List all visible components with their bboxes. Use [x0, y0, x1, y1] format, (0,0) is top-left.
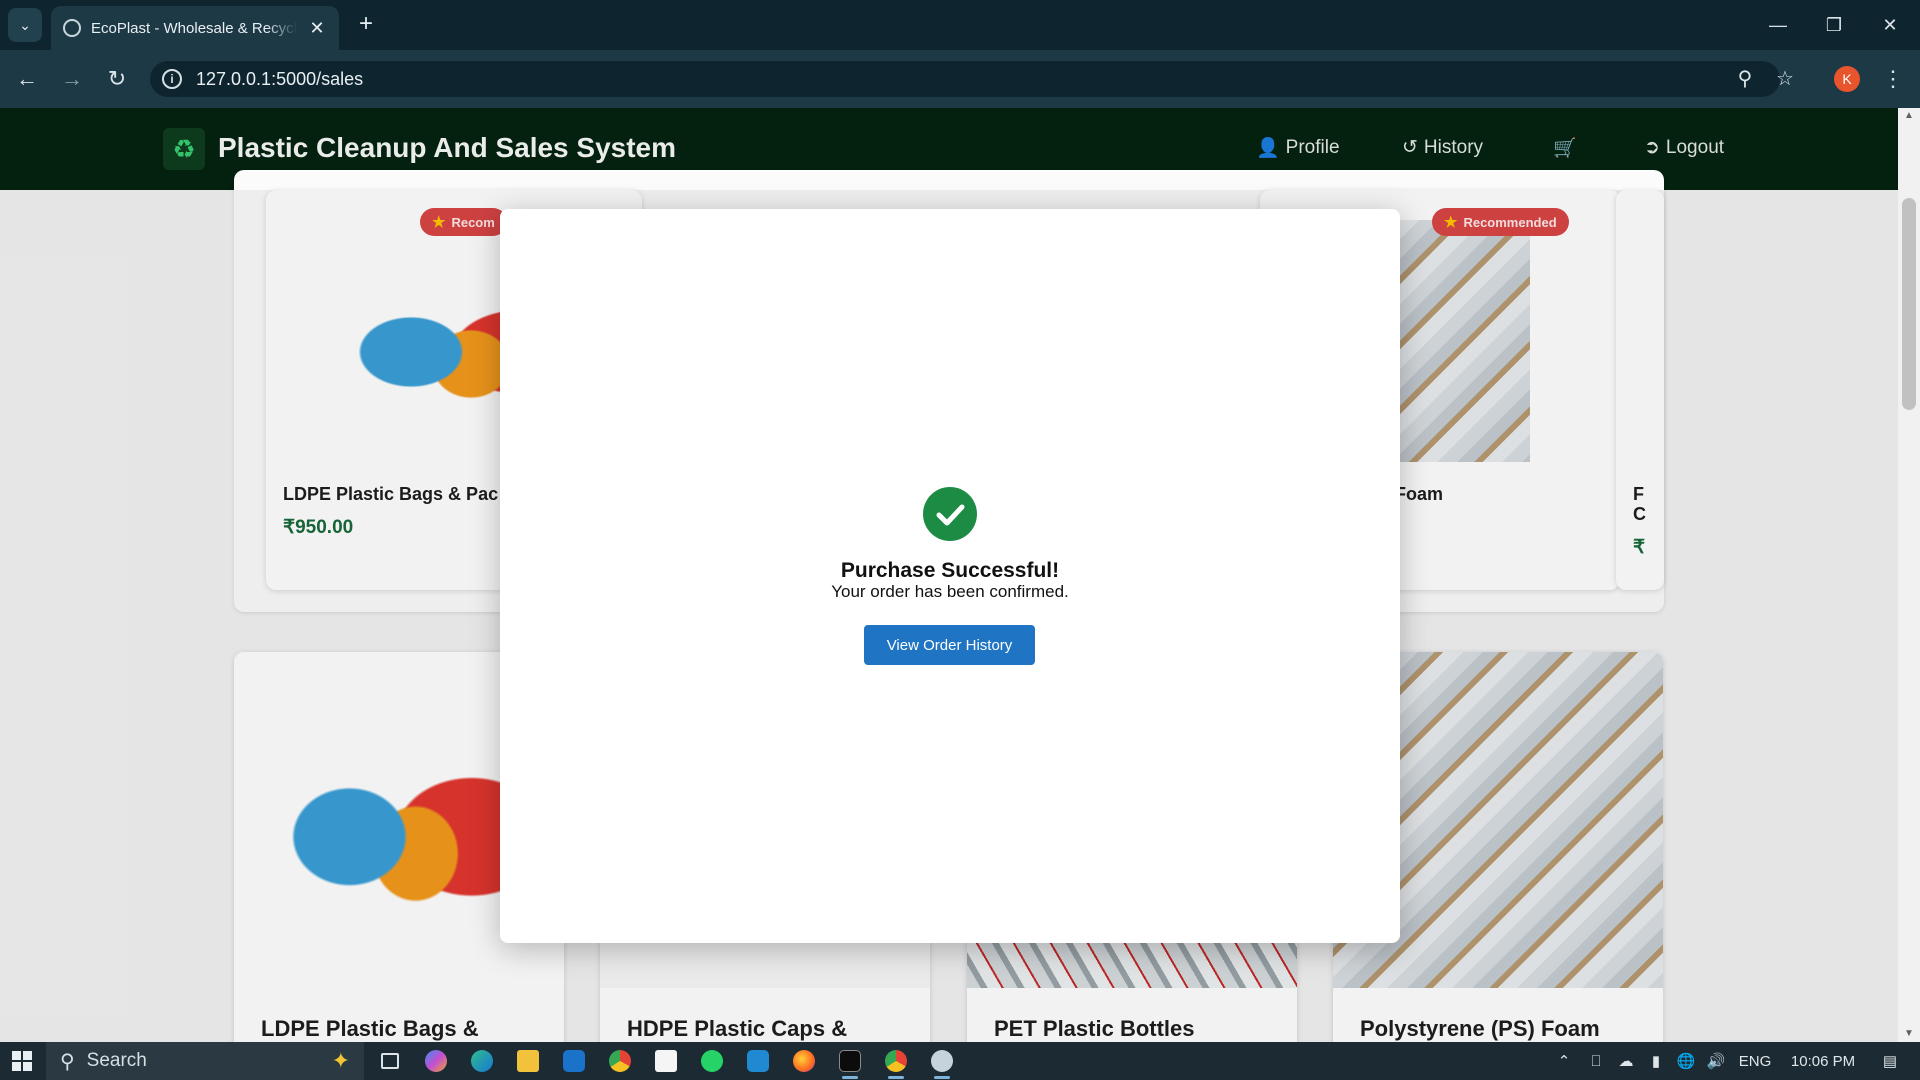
browser-profile-avatar[interactable]: K: [1834, 66, 1860, 92]
cloud-icon[interactable]: ☁: [1612, 1042, 1640, 1080]
whatsapp-icon[interactable]: [693, 1045, 731, 1077]
nav-logout[interactable]: ➲ Logout: [1644, 136, 1724, 159]
device-icon[interactable]: ⎕: [1582, 1042, 1610, 1080]
network-icon[interactable]: 🌐: [1672, 1042, 1700, 1080]
app-icon[interactable]: [923, 1045, 961, 1079]
copilot-icon[interactable]: [417, 1045, 455, 1077]
clock[interactable]: 10:06 PM: [1780, 1042, 1866, 1080]
nav-profile[interactable]: 👤 Profile: [1256, 136, 1340, 160]
site-info-icon[interactable]: i: [162, 69, 182, 89]
url-text[interactable]: 127.0.0.1:5000/sales: [196, 69, 363, 90]
browser-tab-strip: ⌄ EcoPlast - Wholesale & Recycled Plasti…: [0, 0, 1920, 50]
tab-search-button[interactable]: ⌄: [8, 8, 42, 42]
notification-icon[interactable]: ▤: [1870, 1042, 1910, 1080]
zoom-icon[interactable]: ⚲: [1732, 66, 1758, 92]
browser-tab[interactable]: EcoPlast - Wholesale & Recycled Plastics…: [51, 6, 339, 50]
windows-logo-icon: [12, 1051, 32, 1071]
firefox-icon[interactable]: [785, 1045, 823, 1077]
show-hidden-icons[interactable]: ⌃: [1550, 1042, 1578, 1080]
nav-history[interactable]: ↺ History: [1402, 136, 1483, 159]
recycle-logo-icon: ♻: [163, 128, 205, 170]
window-close-button[interactable]: ✕: [1862, 0, 1918, 50]
tab-title: EcoPlast - Wholesale & Recycled Plastics: [91, 19, 297, 37]
view-order-history-button[interactable]: View Order History: [864, 625, 1035, 665]
modal-message: Your order has been confirmed.: [831, 582, 1069, 601]
chrome-icon[interactable]: [601, 1045, 639, 1077]
nav-profile-label: Profile: [1285, 137, 1340, 158]
chrome-active-icon[interactable]: [877, 1045, 915, 1079]
sparkle-icon: ✦: [331, 1048, 350, 1073]
start-button[interactable]: [0, 1042, 44, 1080]
history-icon: ↺: [1402, 137, 1418, 158]
check-circle-icon: [923, 487, 977, 541]
cart-icon: 🛒: [1553, 138, 1577, 159]
new-tab-button[interactable]: +: [352, 10, 380, 38]
restore-button[interactable]: ❐: [1806, 0, 1862, 50]
windows-taskbar: ⚲ Search ✦ ⌃ ⎕ ☁ ▮ 🌐 🔊 ENG 10:06 PM ▤: [0, 1042, 1920, 1080]
microsoft-store-icon[interactable]: [647, 1045, 685, 1077]
address-bar[interactable]: i 127.0.0.1:5000/sales: [150, 61, 1780, 97]
browser-menu-icon[interactable]: ⋮: [1880, 64, 1906, 94]
forward-button[interactable]: →: [57, 64, 87, 94]
nav-logout-label: Logout: [1665, 136, 1725, 158]
logout-icon: ➲: [1644, 137, 1660, 158]
nav-cart[interactable]: 🛒: [1553, 136, 1577, 160]
bookmark-star-icon[interactable]: ☆: [1772, 66, 1798, 92]
outlook-icon[interactable]: [555, 1045, 593, 1077]
file-explorer-icon[interactable]: [509, 1045, 547, 1077]
back-button[interactable]: ←: [12, 64, 42, 94]
modal-title: Purchase Successful!: [840, 559, 1060, 582]
purchase-success-modal: Purchase Successful! Your order has been…: [500, 209, 1400, 943]
edge-icon[interactable]: [463, 1045, 501, 1077]
minimize-button[interactable]: —: [1750, 0, 1806, 50]
scrollbar-thumb[interactable]: [1902, 198, 1916, 410]
user-icon: 👤: [1256, 138, 1280, 159]
globe-icon: [63, 19, 81, 37]
language-indicator[interactable]: ENG: [1734, 1042, 1776, 1080]
scroll-up-arrow-icon[interactable]: ▲: [1898, 108, 1920, 124]
terminal-icon[interactable]: [831, 1045, 869, 1079]
nav-history-label: History: [1423, 136, 1484, 158]
reload-button[interactable]: ↻: [102, 64, 132, 94]
close-tab-icon[interactable]: ✕: [307, 18, 327, 39]
search-icon: ⚲: [60, 1050, 75, 1073]
task-view-icon[interactable]: [371, 1045, 409, 1077]
chevron-down-icon: ⌄: [19, 16, 31, 33]
vscode-icon[interactable]: [739, 1045, 777, 1077]
volume-icon[interactable]: 🔊: [1702, 1042, 1730, 1080]
scroll-down-arrow-icon[interactable]: ▼: [1898, 1026, 1920, 1042]
taskbar-search[interactable]: ⚲ Search ✦: [46, 1042, 364, 1080]
battery-icon[interactable]: ▮: [1642, 1042, 1670, 1080]
site-title: Plastic Cleanup And Sales System: [218, 132, 677, 163]
page-scrollbar[interactable]: ▲ ▼: [1898, 108, 1920, 1042]
taskbar-search-placeholder: Search: [86, 1050, 147, 1071]
